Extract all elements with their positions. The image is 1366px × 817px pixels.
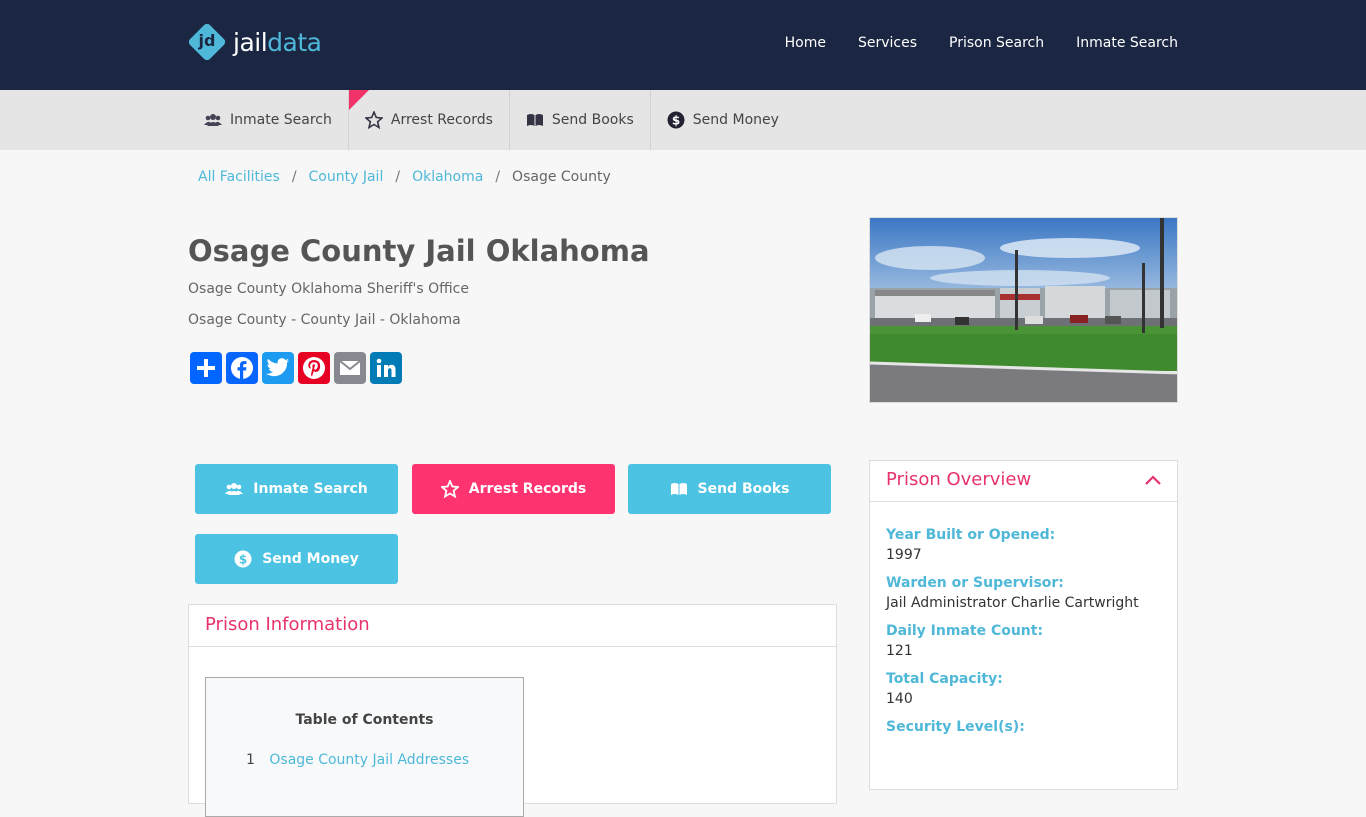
pinterest-icon[interactable] xyxy=(298,352,330,384)
logo-text: jaildata xyxy=(233,27,322,57)
prison-information-heading: Prison Information xyxy=(189,605,836,647)
inmate-search-button[interactable]: Inmate Search xyxy=(195,464,398,514)
nav-prison-search[interactable]: Prison Search xyxy=(949,35,1044,51)
dollar-icon: $ xyxy=(667,111,685,129)
breadcrumb-oklahoma[interactable]: Oklahoma xyxy=(412,169,483,185)
prison-overview-panel: Prison Overview Year Built or Opened: 19… xyxy=(869,460,1178,790)
breadcrumb-separator: / xyxy=(291,169,297,185)
users-icon xyxy=(225,483,244,495)
breadcrumb-county-jail[interactable]: County Jail xyxy=(309,169,384,185)
overview-value-capacity: 140 xyxy=(886,691,913,707)
linkedin-icon[interactable] xyxy=(370,352,402,384)
chevron-up-icon[interactable] xyxy=(1145,475,1161,485)
arrest-records-button[interactable]: Arrest Records xyxy=(412,464,615,514)
svg-text:$: $ xyxy=(239,553,247,567)
send-money-button-label: Send Money xyxy=(262,551,359,567)
svg-text:$: $ xyxy=(672,114,680,128)
subnav-send-books[interactable]: Send Books xyxy=(510,90,651,150)
overview-value-inmate-count: 121 xyxy=(886,643,913,659)
prison-overview-heading: Prison Overview xyxy=(886,469,1032,490)
book-icon xyxy=(670,483,687,495)
logo-text-data: data xyxy=(267,27,322,57)
subnav-send-books-label: Send Books xyxy=(551,112,634,128)
subnav-arrest-records[interactable]: Arrest Records xyxy=(348,90,510,150)
overview-label-capacity: Total Capacity: xyxy=(886,671,1003,687)
star-badge-icon xyxy=(440,480,459,498)
toc-item: 1 Osage County Jail Addresses xyxy=(246,752,469,768)
star-badge-icon xyxy=(364,111,383,129)
arrest-records-button-label: Arrest Records xyxy=(468,481,587,497)
subnav-inmate-search[interactable]: Inmate Search xyxy=(188,90,349,150)
page-subtitle-category: Osage County - County Jail - Oklahoma xyxy=(188,312,461,328)
breadcrumb-separator: / xyxy=(495,169,501,185)
subnav-send-money-label: Send Money xyxy=(692,112,779,128)
top-nav: Home Services Prison Search Inmate Searc… xyxy=(785,35,1178,51)
overview-value-year: 1997 xyxy=(886,547,922,563)
book-icon xyxy=(526,114,543,126)
dollar-icon: $ xyxy=(234,550,252,568)
logo-mark-text: jd xyxy=(198,31,216,50)
overview-label-inmate-count: Daily Inmate Count: xyxy=(886,623,1044,639)
share-plus-icon[interactable] xyxy=(190,352,222,384)
prison-overview-header[interactable]: Prison Overview xyxy=(870,461,1177,502)
subnav-send-money[interactable]: $ Send Money xyxy=(651,90,795,150)
overview-label-security: Security Level(s): xyxy=(886,719,1025,735)
site-header: jd jaildata Home Services Prison Search … xyxy=(0,0,1366,90)
logo-mark: jd xyxy=(187,22,227,62)
logo-text-jail: jail xyxy=(233,27,268,57)
send-books-button[interactable]: Send Books xyxy=(628,464,831,514)
nav-home[interactable]: Home xyxy=(785,35,826,51)
overview-label-year: Year Built or Opened: xyxy=(886,527,1056,543)
facebook-icon[interactable] xyxy=(226,352,258,384)
send-money-button[interactable]: $ Send Money xyxy=(195,534,398,584)
share-buttons xyxy=(190,352,402,384)
nav-services[interactable]: Services xyxy=(858,35,917,51)
subnav-inmate-search-label: Inmate Search xyxy=(230,112,332,128)
page-subtitle-office: Osage County Oklahoma Sheriff's Office xyxy=(188,281,469,297)
overview-value-warden: Jail Administrator Charlie Cartwright xyxy=(886,595,1139,611)
overview-label-warden: Warden or Supervisor: xyxy=(886,575,1064,591)
prison-information-panel: Prison Information Table of Contents 1 O… xyxy=(188,604,837,817)
breadcrumb-current: Osage County xyxy=(512,169,611,185)
toc-link-addresses[interactable]: Osage County Jail Addresses xyxy=(269,752,469,768)
inmate-search-button-label: Inmate Search xyxy=(253,481,368,497)
ribbon-decoration xyxy=(348,90,369,110)
breadcrumb-separator: / xyxy=(395,169,401,185)
toc-title: Table of Contents xyxy=(295,712,434,728)
twitter-icon[interactable] xyxy=(262,352,294,384)
breadcrumb-all-facilities[interactable]: All Facilities xyxy=(198,169,280,185)
table-of-contents: Table of Contents 1 Osage County Jail Ad… xyxy=(205,677,524,817)
page-title: Osage County Jail Oklahoma xyxy=(188,234,650,268)
email-icon[interactable] xyxy=(334,352,366,384)
toc-item-number: 1 xyxy=(246,752,255,768)
site-logo[interactable]: jd jaildata xyxy=(187,22,322,62)
send-books-button-label: Send Books xyxy=(697,481,790,497)
subnav-arrest-records-label: Arrest Records xyxy=(390,112,493,128)
nav-inmate-search[interactable]: Inmate Search xyxy=(1076,35,1178,51)
breadcrumb: All Facilities / County Jail / Oklahoma … xyxy=(198,169,611,185)
sub-nav: Inmate Search Arrest Records Send Books … xyxy=(0,90,1366,150)
users-icon xyxy=(204,114,222,126)
jail-photo xyxy=(869,217,1178,403)
